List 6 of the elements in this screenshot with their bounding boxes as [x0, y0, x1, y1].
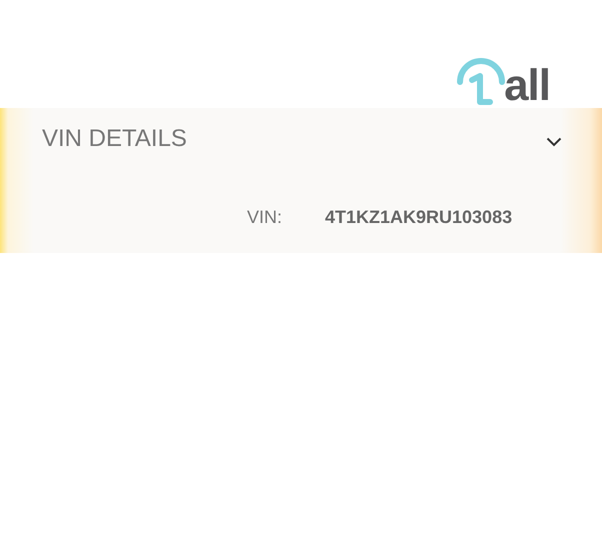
logo-text: all [504, 64, 550, 108]
logo-mark-icon [456, 58, 506, 108]
field-value: 4T1KZ1AK9RU103083 [325, 207, 512, 228]
field-label: VIN: [247, 207, 284, 228]
section-title: VIN DETAILS [42, 125, 187, 153]
chevron-down-icon[interactable] [546, 137, 562, 147]
